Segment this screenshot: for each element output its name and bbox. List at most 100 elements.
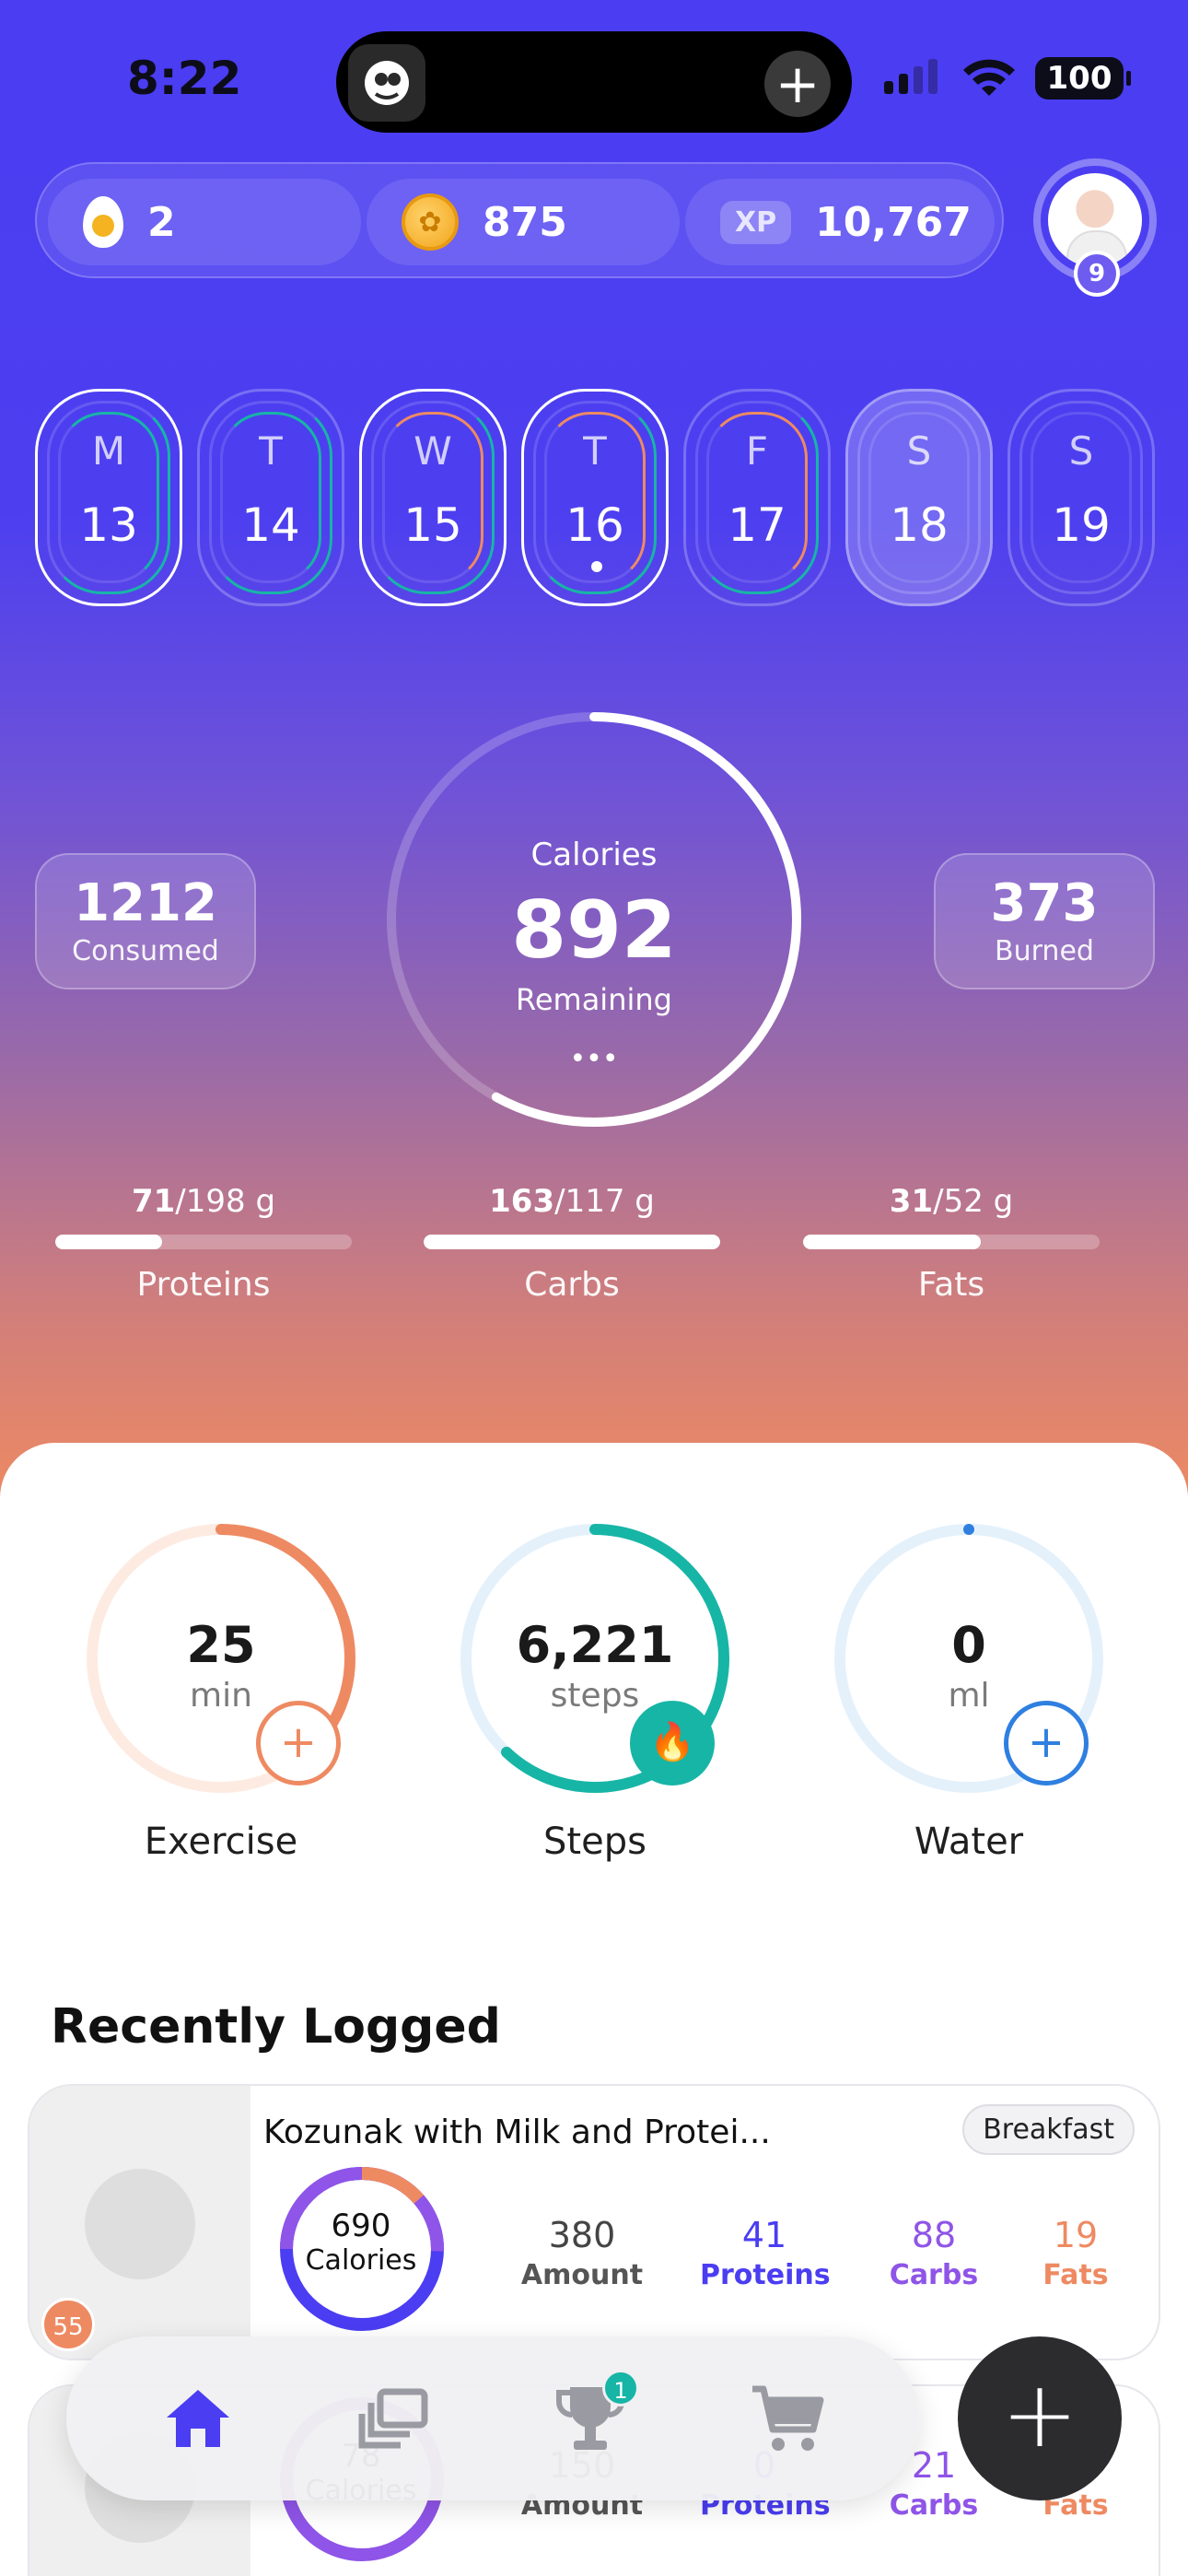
day-14[interactable]: T 14 xyxy=(197,389,344,606)
day-17[interactable]: F 17 xyxy=(683,389,831,606)
macro-carbs: 163/117 g Carbs xyxy=(424,1183,720,1304)
meal-tag: Breakfast xyxy=(962,2104,1135,2155)
water-tracker[interactable]: 0 ml + Water xyxy=(831,1520,1107,1863)
log-proteins: 41 Proteins xyxy=(700,2215,831,2291)
egg-icon xyxy=(83,196,123,248)
log-item-name: Kozunak with Milk and Protei... xyxy=(263,2113,771,2151)
flame-icon[interactable]: 🔥 xyxy=(630,1701,715,1786)
today-dot xyxy=(591,561,602,572)
cart-icon[interactable] xyxy=(748,2379,827,2458)
more-icon[interactable]: ••• xyxy=(433,1043,755,1075)
xp-label: XP xyxy=(720,200,792,244)
eggs-count: 2 xyxy=(147,198,176,246)
burned-box: 373 Burned xyxy=(934,853,1155,989)
carbs-value: 88 xyxy=(911,2215,957,2255)
log-calories: 690 Calories xyxy=(287,2207,435,2277)
day-number: 19 xyxy=(1052,498,1111,552)
macro-target: /198 g xyxy=(175,1183,276,1220)
xp-stat[interactable]: XP 10,767 xyxy=(685,179,995,265)
amount-label: Amount xyxy=(520,2259,644,2291)
macro-amount: 71/198 g xyxy=(55,1183,352,1220)
day-number: 13 xyxy=(79,498,138,552)
steps-ring: 6,221 steps 🔥 xyxy=(457,1520,733,1797)
add-log-button[interactable]: + xyxy=(958,2336,1122,2500)
day-number: 17 xyxy=(728,498,786,552)
day-letter: S xyxy=(1068,428,1094,474)
trophy-icon[interactable]: 1 xyxy=(551,2370,639,2458)
level-badge: 9 xyxy=(1074,251,1120,297)
app-icon[interactable] xyxy=(348,44,425,122)
recently-logged-title: Recently Logged xyxy=(51,1999,501,2055)
exercise-tracker[interactable]: 25 min + Exercise xyxy=(83,1520,359,1863)
add-exercise-button[interactable]: + xyxy=(256,1701,341,1786)
day-letter: T xyxy=(259,428,283,474)
add-icon[interactable]: + xyxy=(764,51,831,117)
consumed-label: Consumed xyxy=(72,935,219,967)
log-calories-value: 690 xyxy=(331,2207,391,2244)
macro-current: 71 xyxy=(131,1183,176,1220)
status-time: 8:22 xyxy=(127,52,242,105)
day-19[interactable]: S 19 xyxy=(1007,389,1155,606)
day-16[interactable]: T 16 xyxy=(521,389,669,606)
log-fats: 19 Fats xyxy=(1011,2215,1140,2291)
steps-tracker[interactable]: 6,221 steps 🔥 Steps xyxy=(457,1520,733,1863)
log-calories-label: Calories xyxy=(305,2244,417,2277)
activity-value: 25 xyxy=(186,1616,256,1674)
consumed-value: 1212 xyxy=(74,873,217,933)
macro-fats: 31/52 g Fats xyxy=(803,1183,1100,1304)
streak-badge: 55 xyxy=(41,2298,95,2351)
day-number: 14 xyxy=(241,498,300,552)
day-letter: W xyxy=(413,428,452,474)
macro-bar-fill xyxy=(55,1235,162,1249)
day-letter: F xyxy=(745,428,769,474)
carbs-label: Carbs xyxy=(889,2489,979,2522)
burned-label: Burned xyxy=(995,935,1094,967)
macro-current: 31 xyxy=(889,1183,934,1220)
day-letter: M xyxy=(91,428,126,474)
coins-count: 875 xyxy=(483,198,567,246)
eggs-stat[interactable]: 2 xyxy=(48,179,361,265)
proteins-value: 41 xyxy=(741,2215,787,2255)
consumed-box: 1212 Consumed xyxy=(35,853,256,989)
macro-amount: 163/117 g xyxy=(424,1183,720,1220)
macro-bar-fill xyxy=(424,1235,720,1249)
proteins-label: Proteins xyxy=(700,2259,831,2291)
activity-label: Steps xyxy=(543,1821,646,1863)
bottom-nav: 1 xyxy=(66,2336,919,2500)
log-item[interactable]: Kozunak with Milk and Protei... Breakfas… xyxy=(28,2084,1160,2360)
day-number: 16 xyxy=(565,498,624,552)
calories-remaining-label: Remaining xyxy=(516,982,672,1017)
macro-target: /117 g xyxy=(554,1183,655,1220)
day-13[interactable]: M 13 xyxy=(35,389,182,606)
fats-label: Fats xyxy=(1042,2259,1109,2291)
wifi-icon xyxy=(961,55,1017,101)
activity-value: 6,221 xyxy=(516,1616,674,1674)
macro-bar-fill xyxy=(803,1235,982,1249)
macro-target: /52 g xyxy=(933,1183,1014,1220)
fats-value: 19 xyxy=(1053,2215,1099,2255)
food-placeholder-icon xyxy=(85,2169,195,2279)
macro-name: Fats xyxy=(917,1266,985,1304)
coins-stat[interactable]: ✿ 875 xyxy=(367,179,680,265)
log-amount: 380 Amount xyxy=(518,2215,646,2291)
calories-title: Calories xyxy=(530,837,658,873)
macro-name: Proteins xyxy=(136,1266,271,1304)
coin-icon: ✿ xyxy=(402,193,459,251)
macro-bar xyxy=(803,1235,1100,1249)
activity-label: Water xyxy=(914,1821,1024,1863)
day-18[interactable]: S 18 xyxy=(845,389,993,606)
day-15[interactable]: W 15 xyxy=(359,389,507,606)
day-number: 15 xyxy=(403,498,462,552)
macro-current: 163 xyxy=(489,1183,555,1220)
home-icon[interactable] xyxy=(158,2379,238,2458)
battery-icon: 100 xyxy=(1035,57,1131,100)
macro-name: Carbs xyxy=(524,1266,620,1304)
log-carbs: 88 Carbs xyxy=(869,2215,998,2291)
activity-value: 0 xyxy=(951,1616,986,1674)
gallery-icon[interactable] xyxy=(354,2379,433,2458)
add-water-button[interactable]: + xyxy=(1004,1701,1089,1786)
day-letter: S xyxy=(906,428,932,474)
stats-bar: 2 ✿ 875 XP 10,767 xyxy=(35,162,1004,278)
xp-count: 10,767 xyxy=(815,198,972,246)
activity-label: Exercise xyxy=(144,1821,298,1863)
